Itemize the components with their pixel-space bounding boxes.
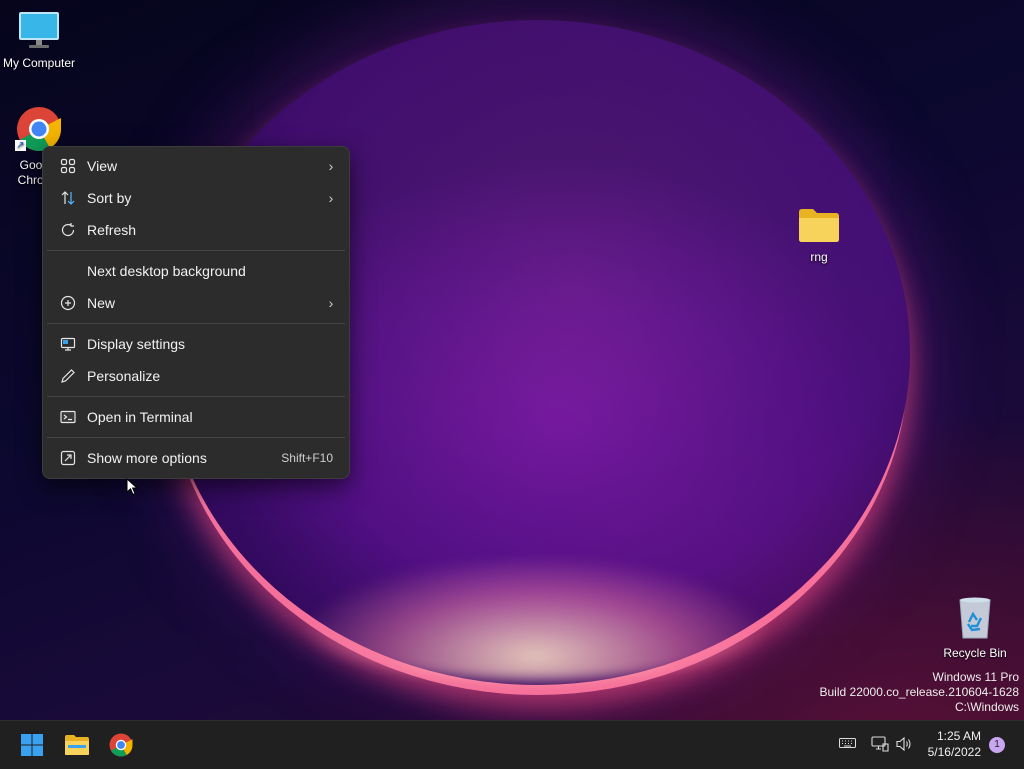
taskbar-clock[interactable]: 1:25 AM 5/16/2022 — [928, 728, 981, 760]
network-status[interactable] — [871, 736, 889, 757]
clock-time: 1:25 AM — [936, 729, 981, 743]
chevron-right-icon: › — [328, 295, 334, 311]
menu-item-show-more-options[interactable]: Show more options Shift+F10 — [47, 443, 345, 473]
desktop-icon-recycle-bin[interactable]: Recycle Bin — [940, 596, 1010, 661]
menu-item-label: Refresh — [87, 222, 137, 238]
desktop-icon-my-computer[interactable]: My Computer — [0, 10, 78, 71]
taskbar-file-explorer[interactable] — [61, 729, 93, 761]
display-icon — [47, 336, 87, 352]
desktop-icon-rng-folder[interactable]: rng — [784, 206, 854, 265]
keyboard-icon — [839, 738, 856, 748]
network-icon — [871, 736, 889, 752]
desktop-icon-label: rng — [810, 250, 828, 264]
volume-icon — [896, 736, 911, 752]
chevron-right-icon: › — [328, 158, 334, 174]
more-options-icon — [47, 450, 87, 466]
menu-item-label: New — [87, 295, 116, 311]
menu-item-label: Display settings — [87, 336, 186, 352]
start-icon — [21, 734, 43, 756]
menu-item-sort-by[interactable]: Sort by › — [47, 183, 345, 213]
folder-icon — [799, 209, 839, 242]
desktop-icon-label: My Computer — [2, 56, 76, 70]
refresh-icon — [47, 222, 87, 238]
view-grid-icon — [47, 158, 87, 174]
monitor-icon — [19, 12, 59, 48]
recycle-bin-icon — [959, 597, 991, 639]
menu-item-label: Personalize — [87, 368, 161, 384]
keyboard-shortcut: Shift+F10 — [281, 451, 333, 465]
menu-item-label: Open in Terminal — [87, 409, 193, 425]
menu-item-open-in-terminal[interactable]: Open in Terminal — [47, 402, 345, 432]
desktop-context-menu: View › Sort by › Refresh Next desktop ba… — [42, 146, 350, 479]
menu-item-label: Sort by — [87, 190, 132, 206]
desktop-icon-label: Recycle Bin — [943, 646, 1007, 660]
input-indicator[interactable] — [839, 736, 856, 755]
menu-item-label: View — [87, 158, 118, 174]
edition-text: Windows 11 Pro — [932, 670, 1019, 684]
plus-circle-icon — [47, 295, 87, 311]
menu-item-next-desktop-background[interactable]: Next desktop background — [47, 256, 345, 286]
menu-item-new[interactable]: New › — [47, 288, 345, 318]
volume-control[interactable] — [895, 736, 913, 757]
menu-separator — [47, 396, 345, 397]
menu-item-display-settings[interactable]: Display settings — [47, 329, 345, 359]
pen-icon — [47, 368, 87, 384]
menu-item-label: Show more options — [87, 450, 207, 466]
menu-separator — [47, 437, 345, 438]
menu-separator — [47, 323, 345, 324]
windows-build-watermark: Windows 11 Pro Build 22000.co_release.21… — [820, 670, 1020, 715]
menu-item-view[interactable]: View › — [47, 151, 345, 181]
build-text: Build 22000.co_release.210604-1628 — [819, 685, 1020, 699]
terminal-icon — [47, 409, 87, 425]
chevron-right-icon: › — [328, 190, 334, 206]
menu-separator — [47, 250, 345, 251]
clock-date: 5/16/2022 — [927, 745, 981, 759]
menu-item-refresh[interactable]: Refresh — [47, 215, 345, 245]
shortcut-arrow-icon: ↗ — [15, 140, 26, 151]
start-button[interactable] — [16, 729, 48, 761]
taskbar: 1:25 AM 5/16/2022 1 — [0, 720, 1024, 769]
taskbar-chrome[interactable] — [105, 729, 137, 761]
menu-item-label: Next desktop background — [87, 263, 246, 279]
mouse-cursor-icon — [126, 478, 138, 496]
notification-badge[interactable]: 1 — [989, 737, 1005, 753]
chrome-icon — [109, 733, 133, 757]
sort-icon — [47, 190, 87, 206]
file-explorer-icon — [65, 735, 89, 755]
menu-item-personalize[interactable]: Personalize — [47, 361, 345, 391]
windows-path-text: C:\Windows — [954, 700, 1019, 714]
wallpaper-glow — [300, 560, 770, 680]
